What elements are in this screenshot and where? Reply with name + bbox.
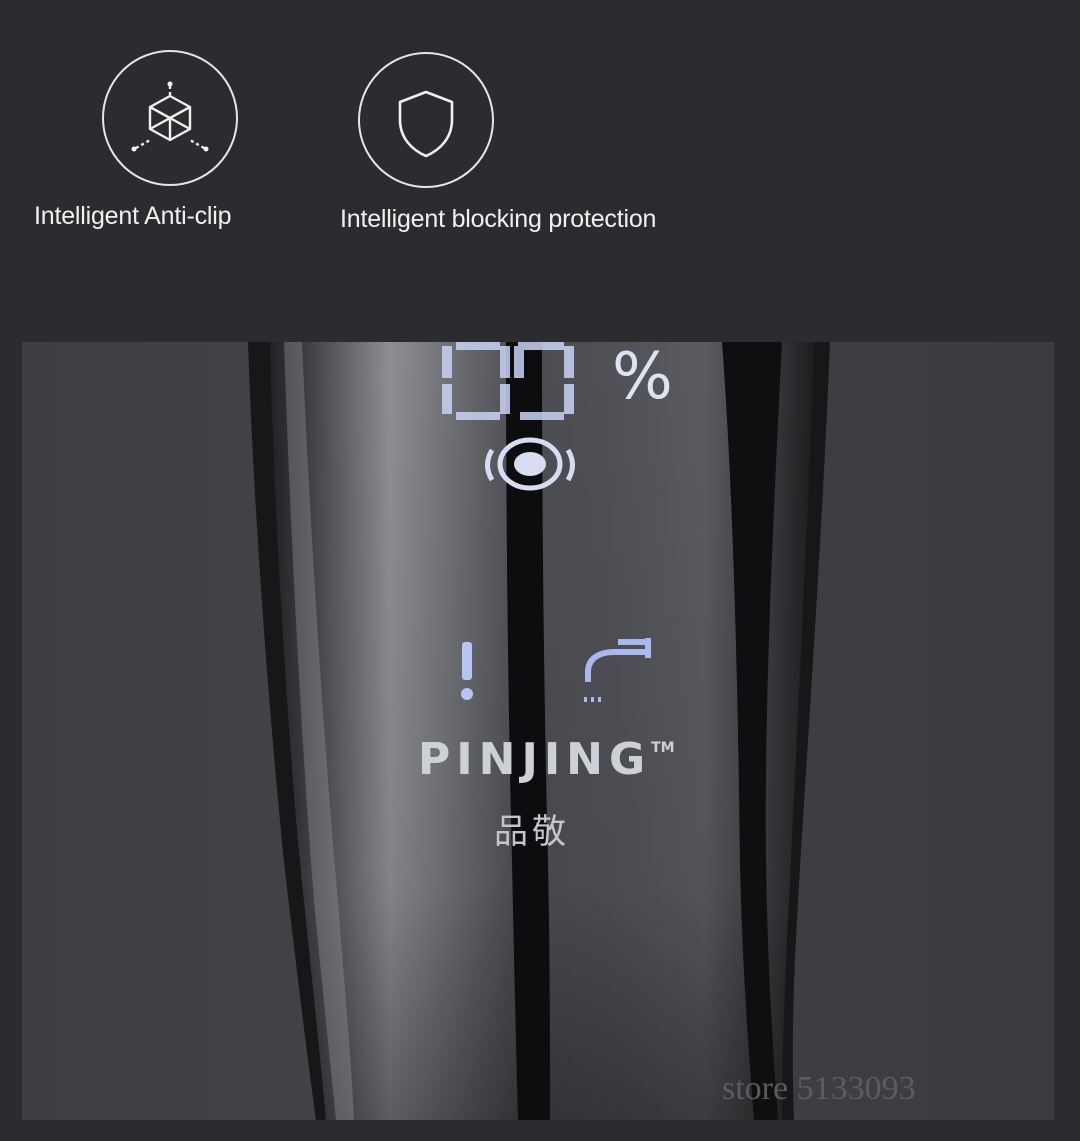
bottom-strip — [0, 1120, 1080, 1141]
cube-icon — [131, 81, 209, 152]
brand-chinese-name: 品敬 — [494, 812, 570, 852]
display-percent-sign: % — [612, 342, 673, 414]
store-watermark: store 5133093 — [722, 1070, 916, 1107]
feature-anti-clip-icon-ring — [102, 50, 238, 186]
shield-icon — [398, 90, 454, 158]
product-photo: % PINJINGTM 品敬 store 5133093 — [22, 342, 1054, 1120]
feature-anti-clip-label: Intelligent Anti-clip — [34, 202, 232, 230]
brand-name: PINJING — [418, 734, 652, 785]
feature-blocking-icon-ring — [358, 52, 494, 188]
trademark-mark: TM — [651, 740, 675, 756]
warning-icon — [461, 642, 473, 700]
shaver-body — [22, 342, 1054, 1120]
feature-blocking-label: Intelligent blocking protection — [340, 205, 657, 233]
brand-logo: PINJINGTM — [418, 734, 675, 785]
feature-panel: Intelligent Anti-clip Intelligent blocki… — [0, 0, 1080, 342]
